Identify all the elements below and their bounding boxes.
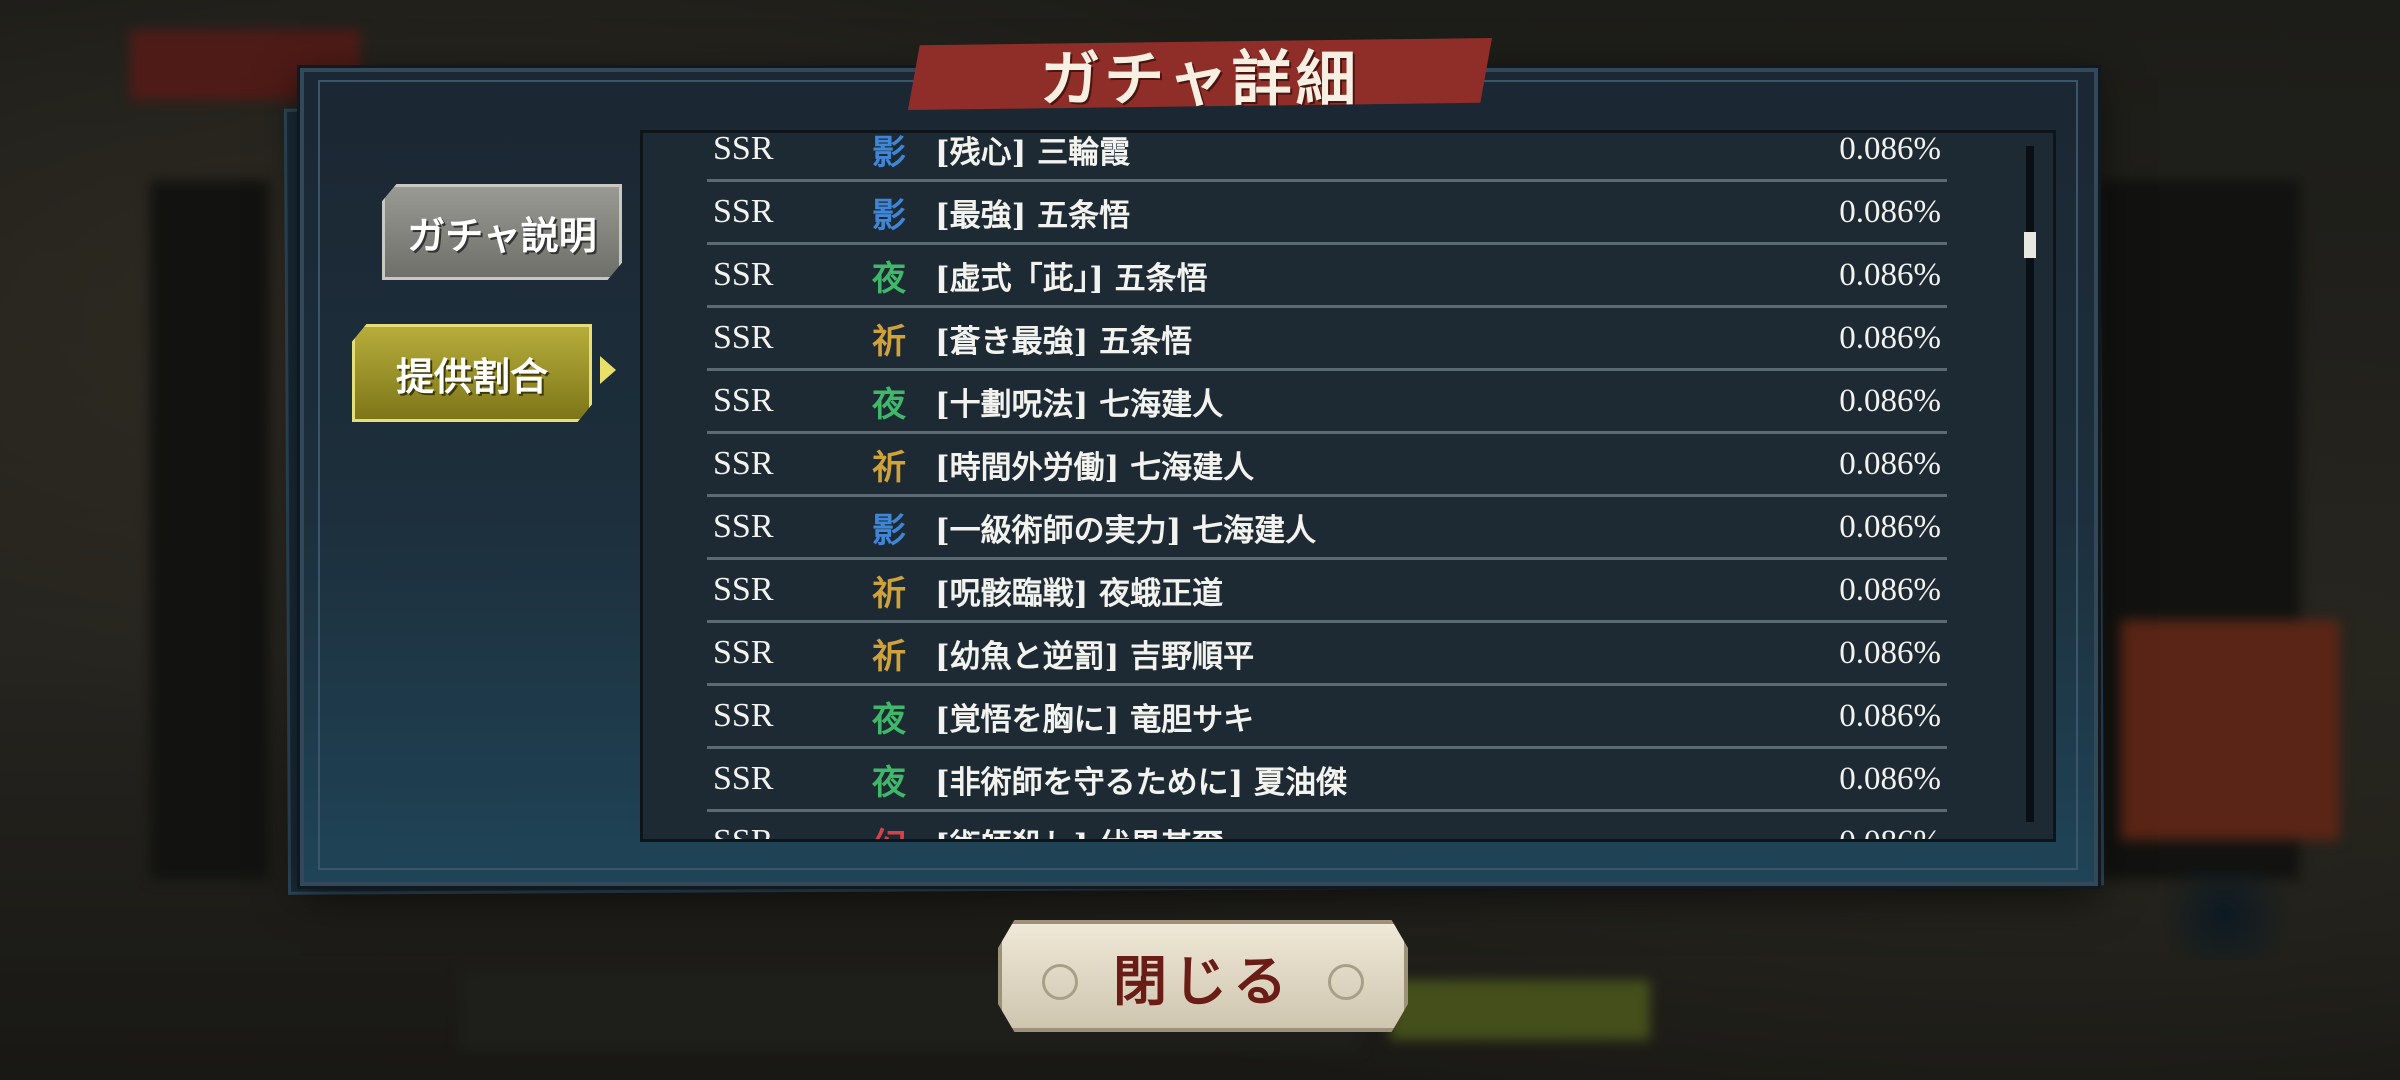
rarity-label: SSR (713, 508, 774, 545)
tab-gacha-description[interactable]: ガチャ説明 (382, 184, 622, 280)
close-button-right-ornament-icon (1328, 964, 1364, 1000)
rate-row: SSR 影 [一級術師の実力] 七海建人 0.086% (707, 497, 1947, 560)
rate-row: SSR 祈 [蒼き最強] 五条悟 0.086% (707, 308, 1947, 371)
attribute-icon: 夜 (872, 762, 906, 803)
rarity-label: SSR (713, 823, 774, 842)
rate-row: SSR 祈 [幼魚と逆罰] 吉野順平 0.086% (707, 623, 1947, 686)
close-button[interactable]: 閉じる (998, 920, 1408, 1032)
rate-row: SSR 夜 [十劃呪法] 七海建人 0.086% (707, 371, 1947, 434)
attribute-icon: 祈 (872, 573, 906, 614)
active-tab-arrow-icon (600, 356, 616, 384)
scrollbar-thumb[interactable] (2024, 232, 2036, 258)
character-name: [術師殺し] 伏黒甚爾 (935, 820, 1223, 840)
rarity-label: SSR (713, 634, 774, 671)
tab-provision-rates[interactable]: 提供割合 (352, 324, 592, 422)
rate-row: SSR 祈 [呪骸臨戦] 夜蛾正道 0.086% (707, 560, 1947, 623)
drop-rate: 0.086% (1839, 508, 1941, 545)
rate-row: SSR 祈 [時間外労働] 七海建人 0.086% (707, 434, 1947, 497)
drop-rate: 0.086% (1839, 130, 1941, 167)
character-name: [最強] 五条悟 (935, 197, 1131, 234)
attribute-icon: 幻 (869, 822, 909, 840)
attribute-icon: 夜 (872, 384, 906, 425)
rate-row: SSR 幻 [術師殺し] 伏黒甚爾 0.086% (707, 812, 1947, 842)
rarity-label: SSR (713, 760, 774, 797)
drop-rate: 0.086% (1839, 193, 1941, 230)
character-name: [非術師を守るために] 夏油傑 (935, 764, 1348, 801)
character-name: [残心] 三輪霞 (935, 134, 1131, 171)
drop-rate: 0.086% (1839, 319, 1941, 356)
drop-rate: 0.086% (1839, 382, 1941, 419)
character-name: [十劃呪法] 七海建人 (935, 386, 1224, 423)
rarity-label: SSR (713, 571, 774, 608)
close-button-left-ornament-icon (1042, 964, 1078, 1000)
drop-rate: 0.086% (1839, 634, 1941, 671)
attribute-icon: 夜 (872, 699, 906, 740)
character-name: [虚式「茈」] 五条悟 (935, 260, 1208, 297)
rate-row: SSR 夜 [虚式「茈」] 五条悟 0.086% (707, 245, 1947, 308)
rate-row: SSR 影 [最強] 五条悟 0.086% (707, 182, 1947, 245)
rate-list-scrollbar[interactable] (2024, 146, 2036, 822)
rate-row: SSR 夜 [覚悟を胸に] 竜胆サキ 0.086% (707, 686, 1947, 749)
attribute-icon: 祈 (872, 636, 906, 677)
tab-provision-rates-label: 提供割合 (395, 353, 548, 399)
dialog-title-banner: ガチャ詳細 (908, 38, 1492, 110)
rarity-label: SSR (713, 382, 774, 419)
dialog-ink-stain (2140, 870, 2310, 960)
character-name: [蒼き最強] 五条悟 (935, 323, 1193, 360)
attribute-icon: 夜 (872, 258, 906, 299)
attribute-icon: 影 (872, 132, 906, 173)
rarity-label: SSR (713, 445, 774, 482)
character-name: [時間外労働] 七海建人 (935, 449, 1255, 486)
character-name: [覚悟を胸に] 竜胆サキ (935, 701, 1255, 738)
attribute-icon: 祈 (872, 447, 906, 488)
rarity-label: SSR (713, 256, 774, 293)
rarity-label: SSR (713, 697, 774, 734)
drop-rate: 0.086% (1839, 823, 1941, 842)
dialog-title: ガチャ詳細 (1040, 44, 1360, 115)
drop-rate: 0.086% (1839, 445, 1941, 482)
rate-list-rows: SSR 影 [残心] 三輪霞 0.086% SSR 影 [最強] 五条悟 0.086% SSR 夜… (707, 130, 1947, 842)
drop-rate: 0.086% (1839, 697, 1941, 734)
character-name: [幼魚と逆罰] 吉野順平 (935, 638, 1255, 675)
character-name: [一級術師の実力] 七海建人 (935, 512, 1317, 549)
rarity-label: SSR (713, 130, 774, 167)
rate-list[interactable]: SSR 影 [残心] 三輪霞 0.086% SSR 影 [最強] 五条悟 0.086% SSR 夜… (640, 130, 2056, 842)
character-name: [呪骸臨戦] 夜蛾正道 (935, 575, 1224, 612)
rate-row: SSR 夜 [非術師を守るために] 夏油傑 0.086% (707, 749, 1947, 812)
drop-rate: 0.086% (1839, 760, 1941, 797)
close-button-label: 閉じる (1113, 948, 1293, 1013)
rarity-label: SSR (713, 193, 774, 230)
attribute-icon: 祈 (872, 321, 906, 362)
drop-rate: 0.086% (1839, 256, 1941, 293)
drop-rate: 0.086% (1839, 571, 1941, 608)
attribute-icon: 影 (872, 195, 906, 236)
attribute-icon: 影 (872, 510, 906, 551)
tab-gacha-description-label: ガチャ説明 (407, 212, 597, 258)
rarity-label: SSR (713, 319, 774, 356)
rate-row: SSR 影 [残心] 三輪霞 0.086% (707, 130, 1947, 182)
